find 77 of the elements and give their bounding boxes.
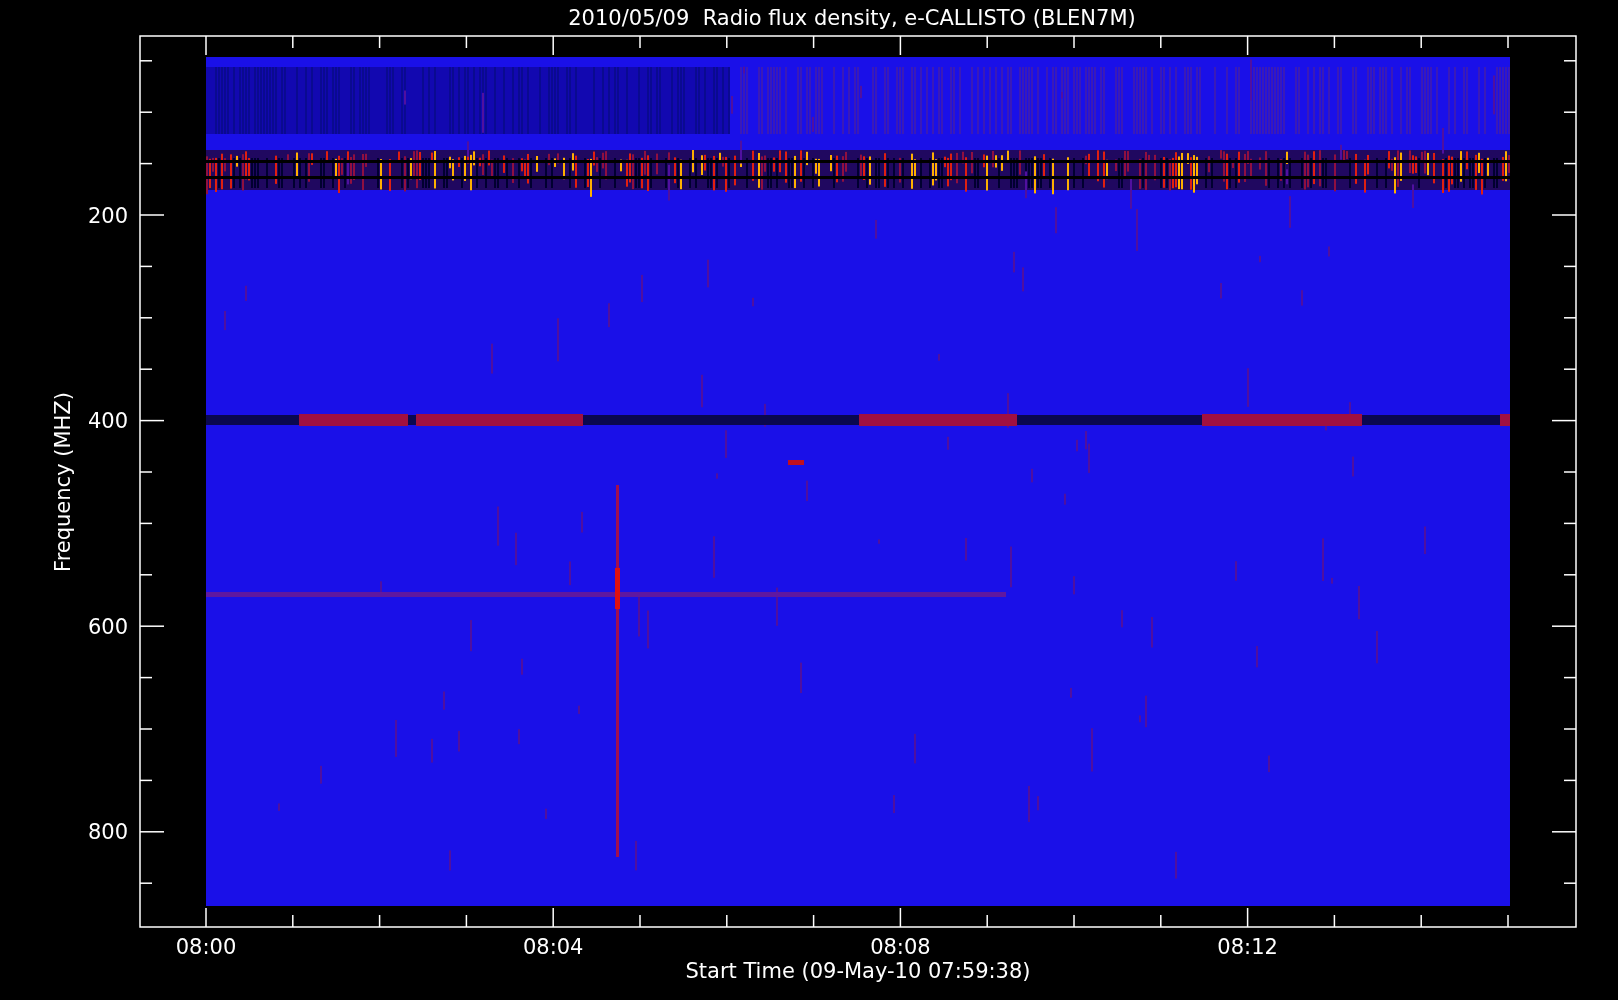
tick-mark: [292, 914, 294, 928]
y-tick-label: 400: [87, 409, 128, 434]
tick-mark: [1563, 728, 1577, 730]
tick-mark: [812, 35, 815, 49]
tick-mark: [1563, 676, 1577, 679]
x-tick-label: 08:12: [1217, 935, 1278, 959]
tick-mark: [986, 35, 988, 49]
tick-mark: [205, 907, 207, 928]
tick-mark: [1333, 914, 1336, 928]
tick-mark: [1563, 522, 1577, 525]
tick-mark: [899, 35, 902, 56]
tick-mark: [1246, 907, 1249, 928]
tick-mark: [1160, 914, 1162, 928]
tick-mark: [465, 35, 468, 49]
tick-mark: [139, 419, 165, 422]
tick-mark: [139, 574, 153, 576]
x-tick-label: 08:08: [870, 935, 931, 959]
tick-mark: [205, 35, 207, 56]
tick-mark: [139, 522, 153, 525]
tick-mark: [139, 368, 153, 370]
x-tick-label: 08:00: [175, 935, 237, 959]
x-axis-label: Start Time (09-May-10 07:59:38): [685, 959, 1031, 983]
tick-mark: [1563, 162, 1577, 165]
tick-mark: [812, 914, 815, 928]
tick-mark: [139, 676, 153, 679]
tick-mark: [1551, 419, 1577, 422]
tick-mark: [1551, 214, 1577, 216]
tick-mark: [139, 162, 153, 165]
tick-mark: [1420, 914, 1422, 928]
tick-mark: [1551, 625, 1577, 627]
tick-mark: [139, 882, 153, 884]
tick-mark: [639, 35, 641, 49]
tick-mark: [1246, 35, 1249, 56]
tick-mark: [726, 914, 728, 928]
y-tick-label: 200: [87, 204, 128, 228]
y-tick-label: 600: [87, 614, 128, 639]
tick-mark: [1563, 368, 1577, 370]
tick-mark: [1563, 574, 1577, 576]
chart-title: 2010/05/09 Radio flux density, e-CALLISTO (BLEN7M): [568, 6, 1136, 30]
tick-mark: [1563, 779, 1577, 782]
x-tick-label: 08:04: [522, 935, 584, 959]
tick-mark: [1420, 35, 1422, 49]
tick-mark: [465, 914, 468, 928]
tick-mark: [1160, 35, 1162, 49]
tick-mark: [899, 907, 902, 928]
tick-mark: [139, 625, 165, 627]
y-axis-label: Frequency (MHZ): [51, 392, 75, 572]
tick-mark: [378, 35, 381, 49]
tick-mark: [1073, 914, 1075, 928]
tick-mark: [1073, 35, 1075, 49]
tick-mark: [378, 914, 381, 928]
y-tick-label: 800: [87, 819, 128, 844]
tick-mark: [1551, 831, 1577, 833]
tick-mark: [1333, 35, 1336, 49]
tick-mark: [1563, 471, 1577, 473]
tick-mark: [139, 214, 165, 216]
tick-mark: [986, 914, 988, 928]
tick-mark: [139, 265, 153, 268]
tick-mark: [139, 728, 153, 730]
tick-mark: [139, 317, 153, 319]
tick-mark: [552, 907, 554, 928]
tick-mark: [1563, 265, 1577, 268]
tick-mark: [139, 60, 153, 62]
tick-mark: [139, 779, 153, 782]
tick-mark: [1563, 317, 1577, 319]
tick-mark: [139, 111, 153, 113]
tick-mark: [1563, 882, 1577, 884]
tick-mark: [1563, 111, 1577, 113]
tick-mark: [552, 35, 554, 56]
tick-mark: [292, 35, 294, 49]
tick-mark: [139, 471, 153, 473]
tick-mark: [1507, 914, 1509, 928]
tick-mark: [1507, 35, 1509, 49]
tick-mark: [1563, 60, 1577, 62]
tick-mark: [726, 35, 728, 49]
tick-mark: [139, 831, 165, 833]
tick-mark: [639, 914, 641, 928]
